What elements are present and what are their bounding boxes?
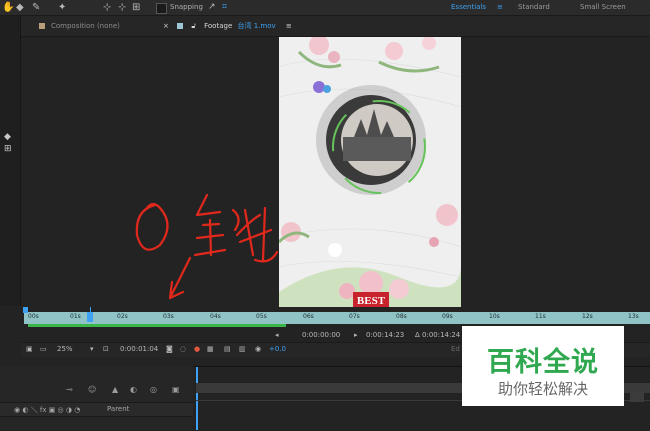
puppet-pin-icon[interactable]: ✎: [32, 2, 40, 13]
ruler-tick: 13s: [628, 313, 639, 320]
snap-target-icon[interactable]: ⌗: [222, 2, 227, 13]
handwritten-annotation: [135, 193, 279, 300]
zoom-select[interactable]: 25%: [57, 345, 73, 353]
tab-footage-label: Footage: [204, 22, 233, 30]
graph-editor-icon[interactable]: ◎: [150, 385, 157, 394]
out-point-bracket-icon[interactable]: ▸: [354, 331, 358, 339]
tab-menu-icon[interactable]: ≡: [286, 22, 292, 30]
timeline-zoom-handle[interactable]: [630, 392, 644, 402]
watermark-logo: 百科全说 助你轻松解决: [462, 326, 624, 406]
footage-artwork: BEST: [279, 37, 461, 307]
pixel-aspect-icon[interactable]: ▥: [239, 345, 246, 353]
ruler-tick: 12s: [582, 313, 593, 320]
hierarchy-icon[interactable]: ⊞: [4, 144, 12, 154]
lock-icon[interactable]: 🔓︎: [191, 22, 196, 30]
timeline-playhead[interactable]: [196, 367, 198, 430]
ruler-tick: 00s: [28, 313, 39, 320]
ruler-tick: 02s: [117, 313, 128, 320]
footage-frame: BEST: [279, 37, 461, 307]
time-ruler[interactable]: 00s 01s 02s 03s 04s 05s 06s 07s 08s 09s …: [24, 312, 650, 324]
left-tool-strip: ◆ ⊞: [0, 16, 21, 306]
frame-blend-icon[interactable]: ▲: [112, 385, 118, 394]
out-point-time[interactable]: 0:00:14:23: [366, 331, 404, 339]
tab-composition-label: Composition (none): [51, 22, 120, 30]
viewer-tab-bar: Composition (none) × 🔓︎ Footage 台湾 1.mov…: [21, 16, 650, 37]
axis-icon-2[interactable]: ⊹: [118, 2, 126, 13]
in-point-time[interactable]: 0:00:00:00: [302, 331, 340, 339]
ruler-tick: 04s: [210, 313, 221, 320]
timeline-layer-controls: ⊸ ☺ ▲ ◐ ◎ ▣: [0, 366, 193, 430]
ruler-tick: 05s: [256, 313, 267, 320]
snapshot-icon[interactable]: ◙: [166, 345, 173, 353]
in-point-marker[interactable]: [23, 307, 28, 313]
ruler-tick: 08s: [396, 313, 407, 320]
watermark-subtitle: 助你轻松解决: [497, 380, 588, 398]
motion-blur-icon[interactable]: ◐: [130, 385, 137, 394]
work-area-bar[interactable]: [28, 324, 286, 327]
snapping-label: Snapping: [170, 3, 203, 11]
in-point-bracket-icon[interactable]: ◂: [275, 331, 279, 339]
axis-icon-3[interactable]: ⊞: [132, 2, 140, 13]
parent-column-label: Parent: [107, 405, 130, 413]
snapping-checkbox[interactable]: [156, 3, 167, 14]
tag-icon[interactable]: ◆: [4, 132, 11, 142]
banner-text: BEST: [357, 295, 386, 307]
eraser-icon[interactable]: ◆: [16, 2, 24, 13]
playhead[interactable]: [87, 312, 93, 322]
tab-footage[interactable]: × 🔓︎ Footage 台湾 1.mov ≡: [163, 16, 292, 36]
tab-composition[interactable]: Composition (none): [39, 16, 120, 36]
region-icon[interactable]: ⊡: [103, 345, 109, 353]
watermark-title: 百科全说: [487, 347, 599, 378]
ruler-tick: 03s: [163, 313, 174, 320]
edit-label: Ed: [451, 345, 460, 353]
workspace-small-screen[interactable]: Small Screen: [580, 3, 626, 11]
axis-icon[interactable]: ⊹: [103, 2, 111, 13]
layer-columns-header: ◉ ◐ ＼ fx ▣ ◎ ◑ ◔ Parent: [0, 402, 193, 417]
top-toolbar: ✋ ◆ ✎ ✦ ⊹ ⊹ ⊞ Snapping ↗ ⌗ Essentials ≡ …: [0, 0, 650, 16]
workspace-standard[interactable]: Standard: [518, 3, 550, 11]
ruler-tick: 06s: [303, 313, 314, 320]
exposure-value[interactable]: +0.0: [269, 345, 286, 353]
tab-close-icon[interactable]: ×: [163, 22, 169, 30]
color-channels-icon[interactable]: ●: [194, 345, 200, 353]
exposure-reset-icon[interactable]: ◉: [255, 345, 261, 353]
composition-swatch: [39, 23, 45, 29]
ruler-tick: 07s: [349, 313, 360, 320]
shy-icon[interactable]: ☺: [88, 385, 96, 394]
current-time[interactable]: 0:00:01:04: [120, 345, 158, 353]
snap-icon[interactable]: ↗: [208, 2, 216, 13]
ruler-tick: 10s: [489, 313, 500, 320]
footage-swatch: [177, 23, 184, 29]
ruler-tick: 09s: [442, 313, 453, 320]
duration-time: Δ 0:00:14:24: [415, 331, 461, 339]
eye-switch-icon[interactable]: ◉ ◐ ＼ fx ▣ ◎ ◑ ◔: [14, 405, 80, 415]
tab-footage-file: 台湾 1.mov: [237, 22, 276, 30]
transparency-grid-icon[interactable]: ▤: [224, 345, 231, 353]
playhead-line: [90, 307, 91, 312]
show-snapshot-icon[interactable]: ◌: [180, 345, 186, 353]
comp-flow-icon[interactable]: ⊸: [66, 385, 73, 394]
ruler-tick: 11s: [535, 313, 546, 320]
always-preview-icon[interactable]: ▣: [26, 345, 33, 353]
hand-tool-icon[interactable]: ✋: [2, 2, 14, 13]
grid-icon[interactable]: ▦: [207, 345, 214, 353]
pin-icon[interactable]: ✦: [58, 2, 66, 13]
monitor-icon[interactable]: ▭: [40, 345, 47, 353]
workspace-essentials[interactable]: Essentials: [451, 3, 486, 11]
workspace-menu-icon[interactable]: ≡: [497, 3, 503, 11]
ruler-tick: 01s: [70, 313, 81, 320]
timeline-chart-icon[interactable]: ▣: [172, 385, 180, 394]
zoom-dropdown-icon[interactable]: ▾: [90, 345, 94, 353]
